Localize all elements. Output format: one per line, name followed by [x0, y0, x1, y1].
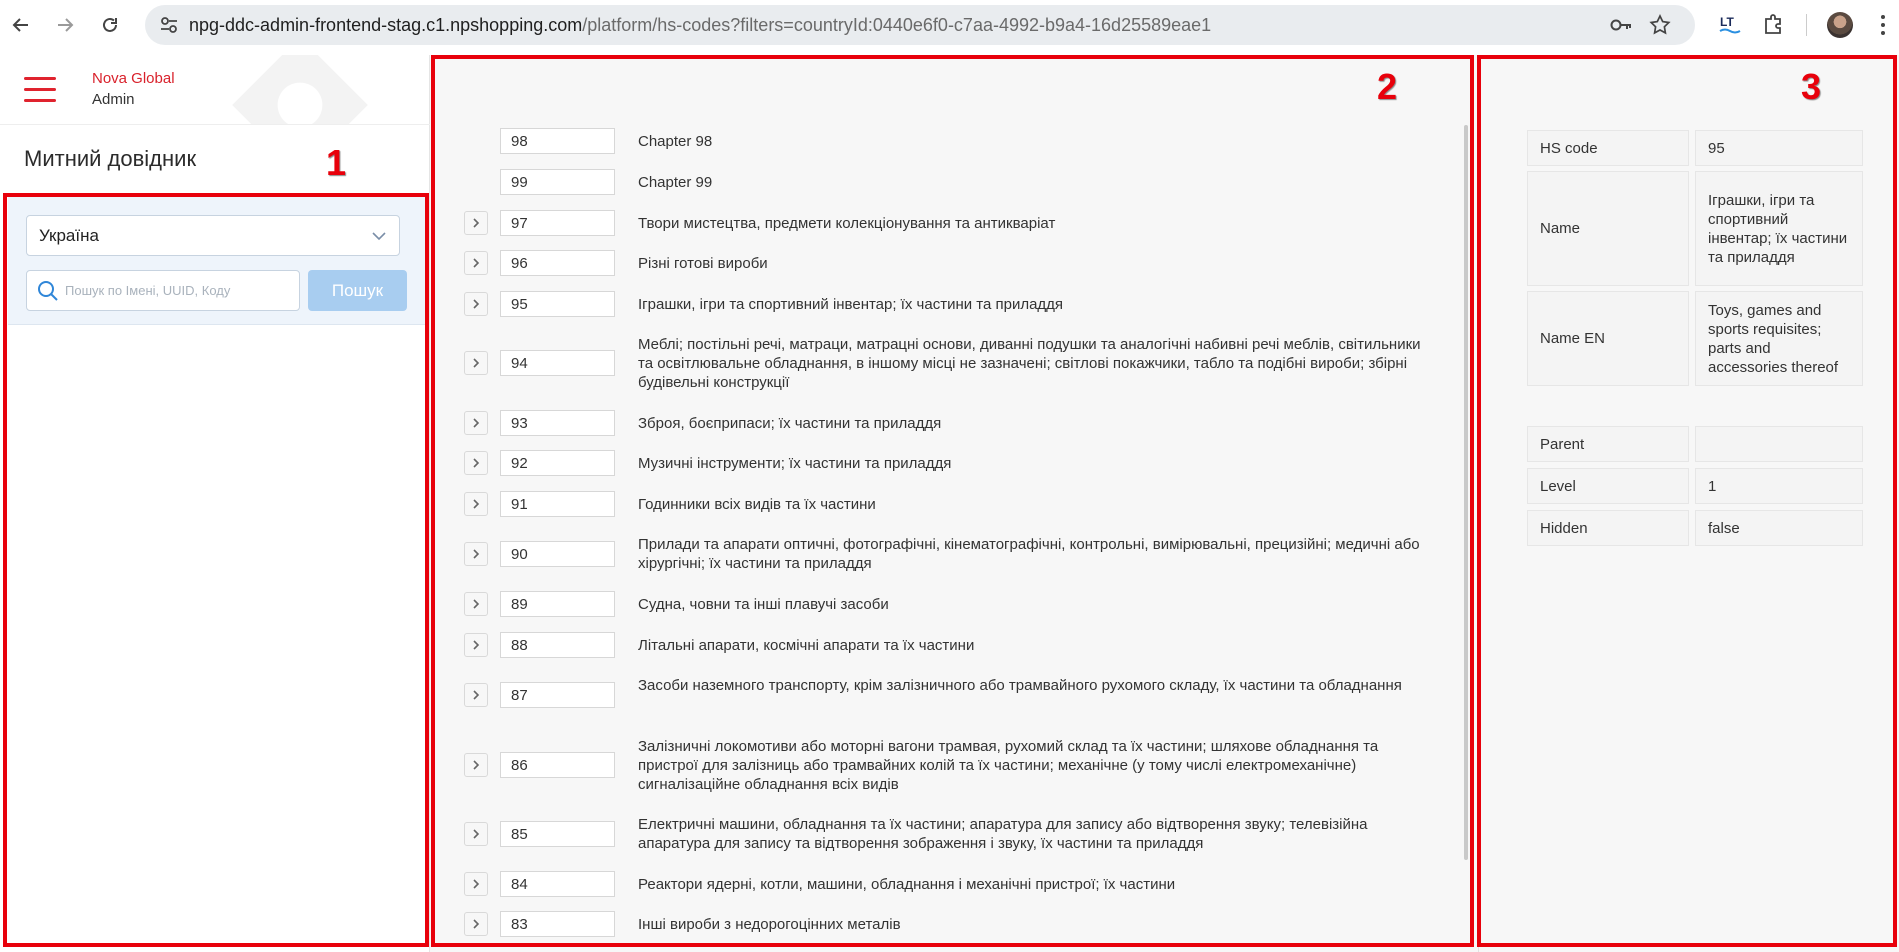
back-arrow-icon[interactable]: [4, 8, 38, 42]
reload-icon[interactable]: [93, 8, 127, 42]
translate-extension-icon[interactable]: LT: [1718, 12, 1742, 41]
toolbar-divider: [1806, 14, 1807, 36]
highlight-label-2: 2: [1377, 66, 1398, 107]
brand-subtitle: Admin: [92, 91, 135, 108]
highlight-box-1: [3, 193, 429, 947]
highlight-label-1: 1: [326, 142, 347, 183]
svg-text:LT: LT: [1720, 15, 1734, 29]
puzzle-extension-icon[interactable]: [1762, 12, 1786, 41]
site-info-icon[interactable]: [159, 15, 179, 40]
page-title: Митний довідник: [24, 146, 197, 171]
highlight-label-3: 3: [1801, 66, 1822, 107]
profile-avatar[interactable]: [1827, 12, 1853, 38]
hamburger-menu-icon[interactable]: [24, 77, 56, 110]
forward-arrow-icon[interactable]: [48, 8, 82, 42]
highlight-box-3: [1477, 55, 1897, 947]
browser-toolbar: npg-ddc-admin-frontend-stag.c1.npshoppin…: [0, 0, 1899, 51]
star-icon[interactable]: [1649, 14, 1671, 41]
url-host: npg-ddc-admin-frontend-stag.c1.npshoppin…: [189, 14, 583, 35]
key-icon[interactable]: [1609, 16, 1633, 39]
more-vert-icon[interactable]: [1880, 14, 1886, 41]
brand-header: Nova Global Admin: [0, 55, 430, 125]
address-bar[interactable]: npg-ddc-admin-frontend-stag.c1.npshoppin…: [145, 5, 1695, 45]
brand-name: Nova Global: [92, 70, 175, 87]
decorative-gear-icon: [232, 55, 368, 124]
url-path: /platform/hs-codes?filters=countryId:044…: [582, 14, 1212, 35]
app-root: Nova Global Admin Митний довідник Україн…: [0, 55, 1899, 952]
highlight-box-2: [431, 55, 1474, 947]
